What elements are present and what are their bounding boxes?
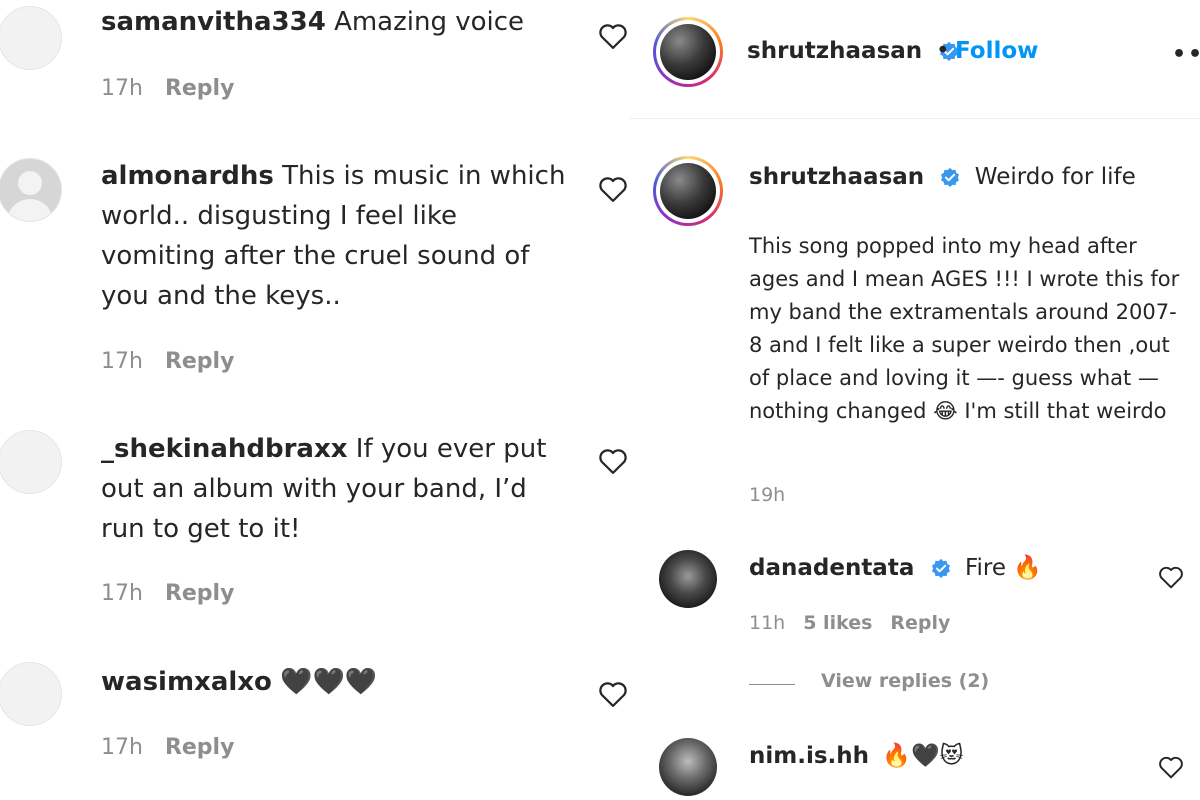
comment-body: 🔥🖤😻 [882,743,964,769]
comment-meta: 17h Reply [101,735,234,760]
caption-title: Weirdo for life [974,164,1136,190]
verified-badge-icon [931,558,950,578]
likes-count[interactable]: 5 likes [803,612,872,634]
follow-button[interactable]: Follow [955,38,1038,64]
comment-meta: 17h Reply [101,581,234,606]
post-header-username[interactable]: shrutzhaasan [747,38,960,64]
comment-time: 17h [101,76,143,101]
more-options-icon[interactable]: ••• [1172,42,1200,67]
comment-text-block: wasimxalxo 🖤🖤🖤 [101,662,571,702]
comment-body: 🖤🖤🖤 [280,667,378,697]
comment-username[interactable]: samanvitha334 [101,7,326,37]
comment-text-block: samanvitha334 Amazing voice [101,2,571,42]
avatar[interactable] [659,738,717,796]
comment-meta: 17h Reply [101,76,234,101]
comment-time: 17h [101,735,143,760]
comment-text-block: almonardhs This is music in which world.… [101,156,571,316]
caption-username[interactable]: shrutzhaasan [749,164,924,190]
view-replies-line [749,684,795,685]
comment-meta: 17h Reply [101,349,234,374]
caption-author-avatar[interactable] [653,156,723,226]
comment-meta: 11h 5 likes Reply [749,612,950,634]
comment-text-block: danadentata Fire 🔥 [749,554,1042,581]
comment-username[interactable]: wasimxalxo [101,667,272,697]
comment-text-block: _shekinahdbraxx If you ever put out an a… [101,429,571,549]
comment-body: Fire 🔥 [964,555,1042,581]
comment-time: 17h [101,349,143,374]
comment-time: 11h [749,612,786,634]
verified-badge-icon [941,167,960,187]
post-author-avatar[interactable] [653,17,723,87]
username-text[interactable]: shrutzhaasan [747,38,922,64]
reply-button[interactable]: Reply [165,349,235,374]
avatar[interactable] [0,430,62,494]
avatar[interactable] [0,6,62,70]
reply-button[interactable]: Reply [165,735,235,760]
caption-header: shrutzhaasan Weirdo for life [749,164,1136,190]
comment-username[interactable]: almonardhs [101,161,274,191]
post-panel: shrutzhaasan • Follow ••• shrutzhaasan W… [630,0,1200,800]
like-heart-icon[interactable] [598,680,628,708]
header-divider [630,118,1200,119]
reply-button[interactable]: Reply [165,76,235,101]
like-heart-icon[interactable] [1158,565,1184,589]
caption-time: 19h [749,484,786,506]
comment-text-block: nim.is.hh 🔥🖤😻 [749,742,964,769]
left-comments-panel: samanvitha334 Amazing voice 17h Reply alm… [0,0,630,800]
view-replies-button[interactable]: View replies (2) [821,670,989,692]
separator-dot: • [936,38,950,64]
reply-button[interactable]: Reply [165,581,235,606]
like-heart-icon[interactable] [598,22,628,50]
like-heart-icon[interactable] [1158,755,1184,779]
comment-username[interactable]: nim.is.hh [749,743,869,769]
like-heart-icon[interactable] [598,175,628,203]
caption-body: This song popped into my head after ages… [749,234,1180,423]
avatar[interactable] [659,550,717,608]
comment-time: 17h [101,581,143,606]
comment-body: Amazing voice [334,7,525,37]
avatar[interactable] [0,158,62,222]
like-heart-icon[interactable] [598,447,628,475]
comment-username[interactable]: danadentata [749,555,914,581]
comment-username[interactable]: _shekinahdbraxx [101,434,348,464]
reply-button[interactable]: Reply [890,612,950,634]
avatar[interactable] [0,662,62,726]
